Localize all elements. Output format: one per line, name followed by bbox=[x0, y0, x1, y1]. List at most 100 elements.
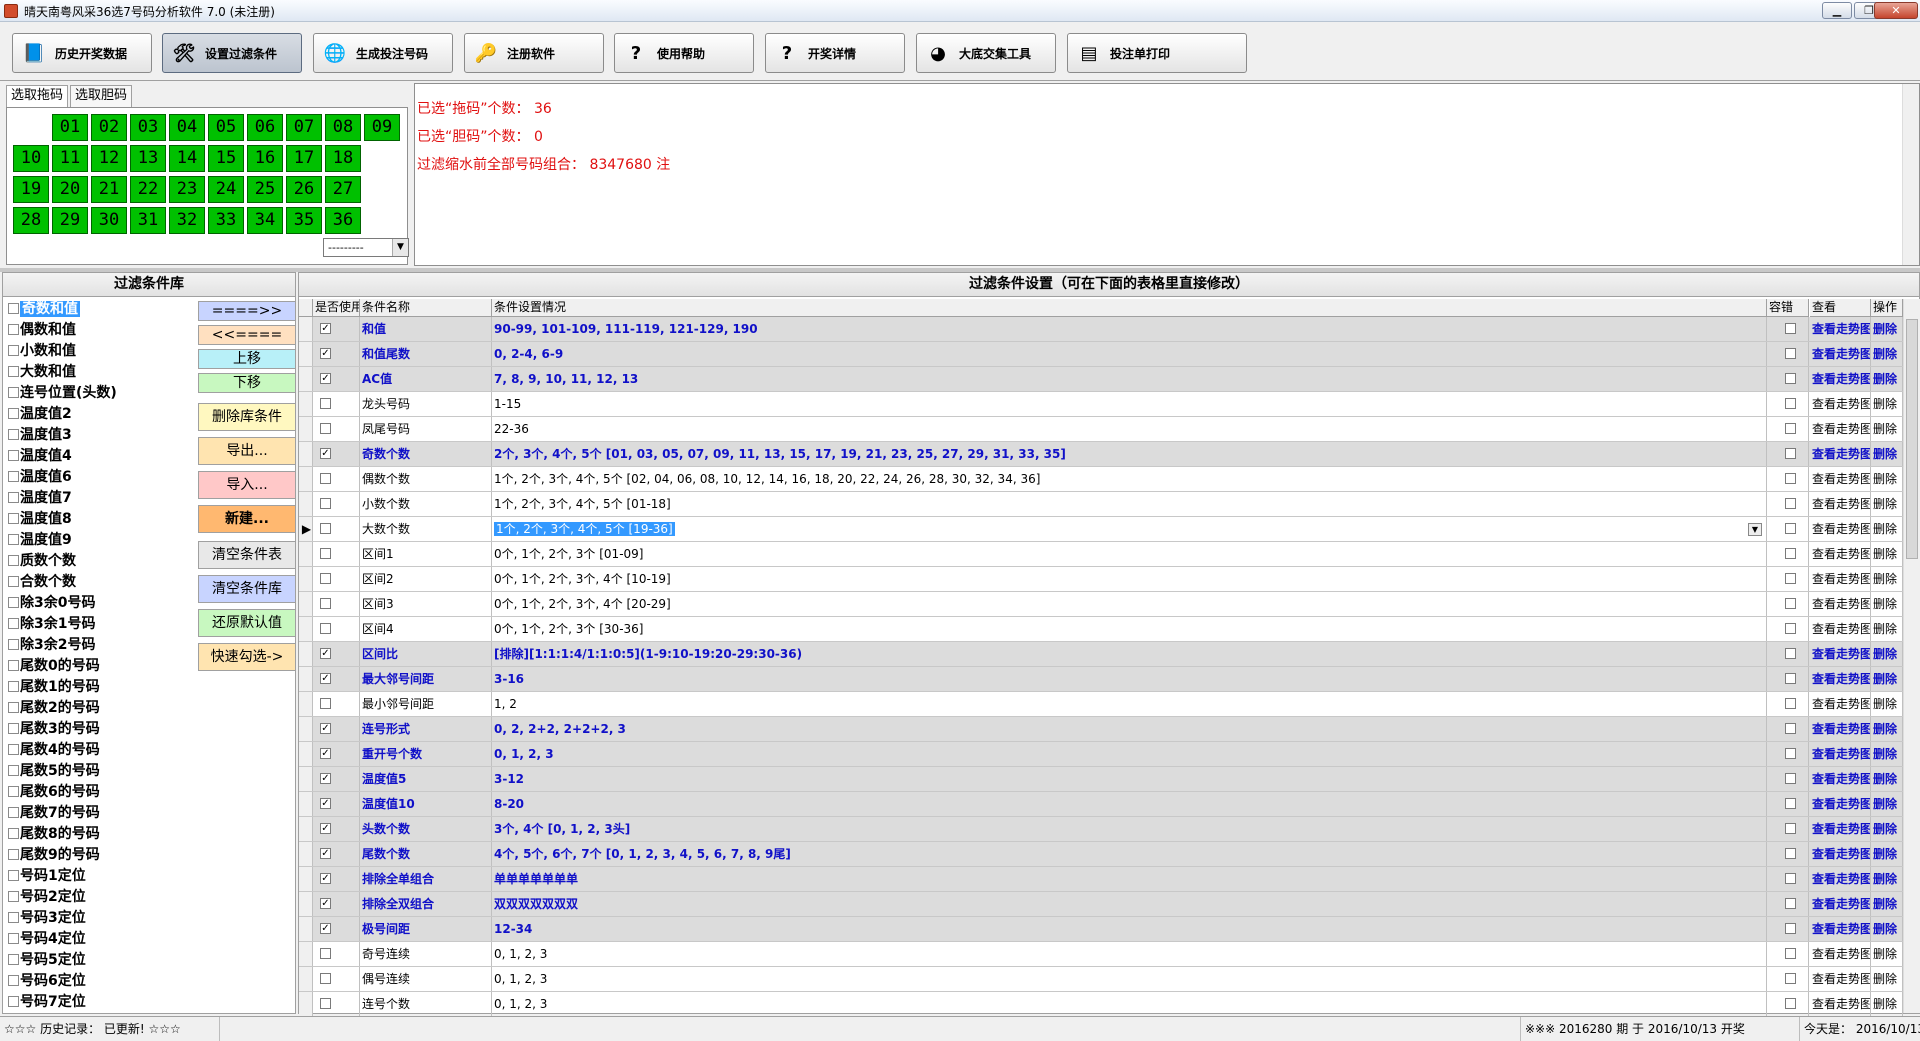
condition-setting[interactable]: 1个, 2个, 3个, 4个, 5个 [01-18] bbox=[492, 492, 1767, 516]
library-item[interactable]: 温度值2 bbox=[5, 404, 72, 424]
delete-link[interactable]: 删除 bbox=[1871, 467, 1903, 491]
library-item[interactable]: 温度值4 bbox=[5, 446, 72, 466]
library-item-checkbox[interactable] bbox=[8, 450, 19, 461]
delete-link[interactable]: 删除 bbox=[1871, 667, 1903, 691]
use-checkbox[interactable]: ✓ bbox=[320, 748, 331, 759]
condition-name[interactable]: 区间2 bbox=[360, 567, 492, 591]
close-button[interactable]: ✕ bbox=[1874, 2, 1918, 19]
condition-name[interactable]: 小数个数 bbox=[360, 492, 492, 516]
delete-link[interactable]: 删除 bbox=[1871, 442, 1903, 466]
tolerance-checkbox[interactable] bbox=[1785, 973, 1796, 984]
use-cell[interactable]: ✓ bbox=[313, 742, 360, 766]
use-checkbox[interactable]: ✓ bbox=[320, 723, 331, 734]
tolerance-checkbox[interactable] bbox=[1785, 673, 1796, 684]
library-button-6[interactable]: 导入... bbox=[198, 471, 296, 499]
toolbar-button-2[interactable]: 🌐 生成投注号码 bbox=[313, 33, 453, 73]
view-trend-link[interactable]: 查看走势图 bbox=[1810, 742, 1871, 766]
number-button-02[interactable]: 02 bbox=[91, 114, 127, 141]
tolerance-checkbox[interactable] bbox=[1785, 573, 1796, 584]
number-button-33[interactable]: 33 bbox=[208, 207, 244, 234]
tolerance-cell[interactable] bbox=[1767, 492, 1809, 516]
minimize-button[interactable]: ▁ bbox=[1822, 2, 1852, 19]
use-cell[interactable]: ✓ bbox=[313, 892, 360, 916]
toolbar-button-4[interactable]: ? 使用帮助 bbox=[614, 33, 754, 73]
library-item[interactable]: 尾数5的号码 bbox=[5, 761, 100, 781]
number-button-22[interactable]: 22 bbox=[130, 176, 166, 203]
view-trend-link[interactable]: 查看走势图 bbox=[1810, 542, 1871, 566]
tolerance-checkbox[interactable] bbox=[1785, 823, 1796, 834]
library-item-checkbox[interactable] bbox=[8, 702, 19, 713]
use-checkbox[interactable] bbox=[320, 573, 331, 584]
library-item[interactable]: 温度值7 bbox=[5, 488, 72, 508]
number-button-04[interactable]: 04 bbox=[169, 114, 205, 141]
delete-link[interactable]: 删除 bbox=[1871, 942, 1903, 966]
condition-setting[interactable]: 0, 1, 2, 3 bbox=[492, 967, 1767, 991]
library-item[interactable]: 号码5定位 bbox=[5, 950, 86, 970]
table-row[interactable]: ✓ 温度值5 3-12 查看走势图 删除 bbox=[299, 767, 1903, 792]
table-row[interactable]: 区间2 0个, 1个, 2个, 3个, 4个 [10-19] 查看走势图 删除 bbox=[299, 567, 1903, 592]
condition-setting[interactable]: 双双双双双双双 bbox=[492, 892, 1767, 916]
view-trend-link[interactable]: 查看走势图 bbox=[1810, 592, 1871, 616]
condition-setting[interactable]: 1个, 2个, 3个, 4个, 5个 [19-36] ▼ bbox=[492, 517, 1767, 541]
library-item[interactable]: 号码6定位 bbox=[5, 971, 86, 991]
delete-link[interactable]: 删除 bbox=[1871, 367, 1903, 391]
use-checkbox[interactable] bbox=[320, 998, 331, 1009]
condition-name[interactable]: 和值尾数 bbox=[360, 342, 492, 366]
table-row[interactable]: 区间3 0个, 1个, 2个, 3个, 4个 [20-29] 查看走势图 删除 bbox=[299, 592, 1903, 617]
library-item-checkbox[interactable] bbox=[8, 933, 19, 944]
library-item-checkbox[interactable] bbox=[8, 996, 19, 1007]
condition-setting[interactable]: 12-34 bbox=[492, 917, 1767, 941]
library-item[interactable]: 除3余2号码 bbox=[5, 635, 95, 655]
use-cell[interactable] bbox=[313, 467, 360, 491]
table-row[interactable]: 龙头号码 1-15 查看走势图 删除 bbox=[299, 392, 1903, 417]
number-button-10[interactable]: 10 bbox=[13, 145, 49, 172]
tolerance-cell[interactable] bbox=[1767, 892, 1809, 916]
table-row[interactable]: ✓ AC值 7, 8, 9, 10, 11, 12, 13 查看走势图 删除 bbox=[299, 367, 1903, 392]
condition-setting[interactable]: 0, 1, 2, 3 bbox=[492, 992, 1767, 1016]
use-cell[interactable]: ✓ bbox=[313, 317, 360, 341]
library-item-checkbox[interactable] bbox=[8, 387, 19, 398]
library-item-checkbox[interactable] bbox=[8, 723, 19, 734]
table-row[interactable]: 奇号连续 0, 1, 2, 3 查看走势图 删除 bbox=[299, 942, 1903, 967]
grid-header-5[interactable]: 操作 bbox=[1871, 299, 1903, 317]
library-item[interactable]: 温度值3 bbox=[5, 425, 72, 445]
view-trend-link[interactable]: 查看走势图 bbox=[1810, 442, 1871, 466]
delete-link[interactable]: 删除 bbox=[1871, 867, 1903, 891]
tolerance-checkbox[interactable] bbox=[1785, 498, 1796, 509]
library-button-4[interactable]: 删除库条件 bbox=[198, 403, 296, 431]
use-cell[interactable] bbox=[313, 517, 360, 541]
use-checkbox[interactable]: ✓ bbox=[320, 323, 331, 334]
number-button-34[interactable]: 34 bbox=[247, 207, 283, 234]
condition-setting[interactable]: 0, 1, 2, 3 bbox=[492, 942, 1767, 966]
tolerance-checkbox[interactable] bbox=[1785, 998, 1796, 1009]
use-checkbox[interactable] bbox=[320, 598, 331, 609]
table-row[interactable]: ✓ 极号间距 12-34 查看走势图 删除 bbox=[299, 917, 1903, 942]
number-button-32[interactable]: 32 bbox=[169, 207, 205, 234]
library-button-11[interactable]: 快速勾选-> bbox=[198, 643, 296, 671]
number-button-18[interactable]: 18 bbox=[325, 145, 361, 172]
use-cell[interactable]: ✓ bbox=[313, 917, 360, 941]
tolerance-cell[interactable] bbox=[1767, 342, 1809, 366]
library-button-5[interactable]: 导出... bbox=[198, 437, 296, 465]
tolerance-checkbox[interactable] bbox=[1785, 523, 1796, 534]
use-checkbox[interactable]: ✓ bbox=[320, 848, 331, 859]
use-checkbox[interactable] bbox=[320, 623, 331, 634]
number-button-19[interactable]: 19 bbox=[13, 176, 49, 203]
info-scrollbar[interactable] bbox=[1902, 84, 1919, 265]
library-item[interactable]: 尾数9的号码 bbox=[5, 845, 100, 865]
library-item[interactable]: 号码2定位 bbox=[5, 887, 86, 907]
table-row[interactable]: ✓ 重开号个数 0, 1, 2, 3 查看走势图 删除 bbox=[299, 742, 1903, 767]
library-item[interactable]: 号码4定位 bbox=[5, 929, 86, 949]
use-cell[interactable] bbox=[313, 592, 360, 616]
tolerance-cell[interactable] bbox=[1767, 567, 1809, 591]
delete-link[interactable]: 删除 bbox=[1871, 317, 1903, 341]
library-item[interactable]: 尾数3的号码 bbox=[5, 719, 100, 739]
library-button-3[interactable]: 下移 bbox=[198, 373, 296, 393]
table-row[interactable]: 偶号连续 0, 1, 2, 3 查看走势图 删除 bbox=[299, 967, 1903, 992]
use-cell[interactable] bbox=[313, 392, 360, 416]
number-button-25[interactable]: 25 bbox=[247, 176, 283, 203]
tolerance-checkbox[interactable] bbox=[1785, 598, 1796, 609]
number-button-13[interactable]: 13 bbox=[130, 145, 166, 172]
tolerance-cell[interactable] bbox=[1767, 392, 1809, 416]
library-item-checkbox[interactable] bbox=[8, 786, 19, 797]
